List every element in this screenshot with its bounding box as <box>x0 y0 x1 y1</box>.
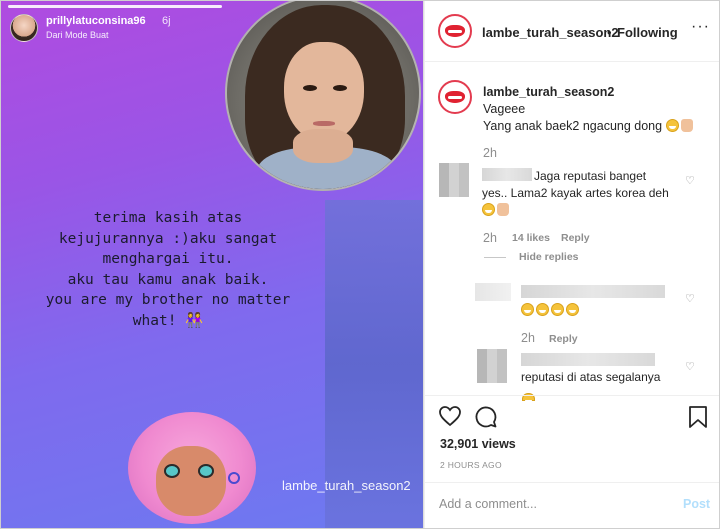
commenter-avatar-blurred[interactable] <box>439 163 469 197</box>
comment-likes-count[interactable]: 14 likes <box>512 232 550 244</box>
story-subtitle: Dari Mode Buat <box>46 30 109 40</box>
story-image: prillylatuconsina96 6j Dari Mode Buat te… <box>0 0 424 529</box>
caption-username[interactable]: lambe_turah_season2 <box>483 85 614 99</box>
comment-bubble-icon[interactable] <box>474 405 498 434</box>
story-line: aku tau kamu anak baik. <box>67 271 269 288</box>
account-avatar[interactable] <box>438 14 472 48</box>
grin-emoji-icon <box>551 303 564 316</box>
post-button[interactable]: Post <box>683 497 710 511</box>
reply-text: reputasi di atas segalanya <box>521 370 661 384</box>
reply-time: 2h <box>521 331 535 345</box>
views-count[interactable]: 32,901 views <box>440 437 516 451</box>
header-separator: • <box>607 25 612 40</box>
story-photo-circle <box>225 0 421 191</box>
caption-avatar[interactable] <box>438 80 472 114</box>
comment-text-line-1: Jaga reputasi banget <box>534 169 647 183</box>
reply-like-heart-icon[interactable]: ♡ <box>685 292 695 305</box>
add-comment-input[interactable]: Add a comment... <box>439 497 537 511</box>
comment-time: 2h <box>483 231 497 245</box>
story-message: terima kasih atas kejujurannya :)aku san… <box>12 208 324 331</box>
story-line: menghargai itu. <box>102 251 234 267</box>
story-line: you are my brother no matter <box>45 292 291 308</box>
story-time: 6j <box>162 15 171 27</box>
reply-button[interactable]: Reply <box>549 333 578 345</box>
reply-like-heart-icon[interactable]: ♡ <box>685 360 695 373</box>
caption-dot: . <box>607 85 611 99</box>
bookmark-icon[interactable] <box>688 405 708 434</box>
caption-line-1: Vageee <box>483 102 526 116</box>
more-options-icon[interactable]: ··· <box>691 18 710 36</box>
reply-avatar-blurred[interactable] <box>475 283 511 301</box>
grin-emoji-icon <box>566 303 579 316</box>
comment-text: Jaga reputasi banget yes.. Lama2 kayak a… <box>482 168 682 219</box>
comment-text-line-2: yes.. Lama2 kayak artes korea deh <box>482 186 669 200</box>
post-panel: lambe_turah_season2 • Following ··· lamb… <box>424 0 720 529</box>
hide-replies-button[interactable]: Hide replies <box>519 251 579 263</box>
watermark: lambe_turah_season2 <box>282 478 411 493</box>
girl-sticker-illustration <box>128 412 256 524</box>
grin-emoji-icon <box>482 203 495 216</box>
thumbs-up-icon <box>497 203 509 216</box>
post-timestamp: 2 HOURS AGO <box>440 460 502 470</box>
reply-avatar-blurred[interactable] <box>477 349 507 383</box>
grin-emoji-icon <box>536 303 549 316</box>
caption-line-2: Yang anak baek2 ngacung dong <box>483 119 693 133</box>
story-progress-bar <box>8 5 222 8</box>
story-line: kejujurannya :)aku sangat <box>58 230 278 247</box>
hide-replies-line <box>484 257 506 258</box>
victory-hand-icon <box>680 119 693 132</box>
like-heart-icon[interactable] <box>438 405 462 432</box>
story-line: terima kasih atas <box>93 210 243 226</box>
reply-button[interactable]: Reply <box>561 232 590 244</box>
grin-emoji-icon <box>665 119 679 132</box>
footer-divider <box>425 395 720 396</box>
reply-name-blurred[interactable] <box>521 353 655 366</box>
grin-emoji-icon <box>521 303 534 316</box>
story-avatar <box>10 14 38 42</box>
reply-name-blurred[interactable] <box>521 285 665 298</box>
header-username[interactable]: lambe_turah_season2 <box>482 25 619 40</box>
post-header: lambe_turah_season2 • Following ··· <box>425 0 720 62</box>
caption-time: 2h <box>483 146 497 160</box>
caption-line-2-text: Yang anak baek2 ngacung dong <box>483 119 663 133</box>
reply-emojis <box>521 301 581 319</box>
story-line: what! 👭 <box>132 312 204 329</box>
following-button[interactable]: Following <box>617 25 678 40</box>
comment-like-heart-icon[interactable]: ♡ <box>685 174 695 187</box>
add-comment-divider <box>425 482 720 483</box>
story-username: prillylatuconsina96 <box>46 15 146 27</box>
